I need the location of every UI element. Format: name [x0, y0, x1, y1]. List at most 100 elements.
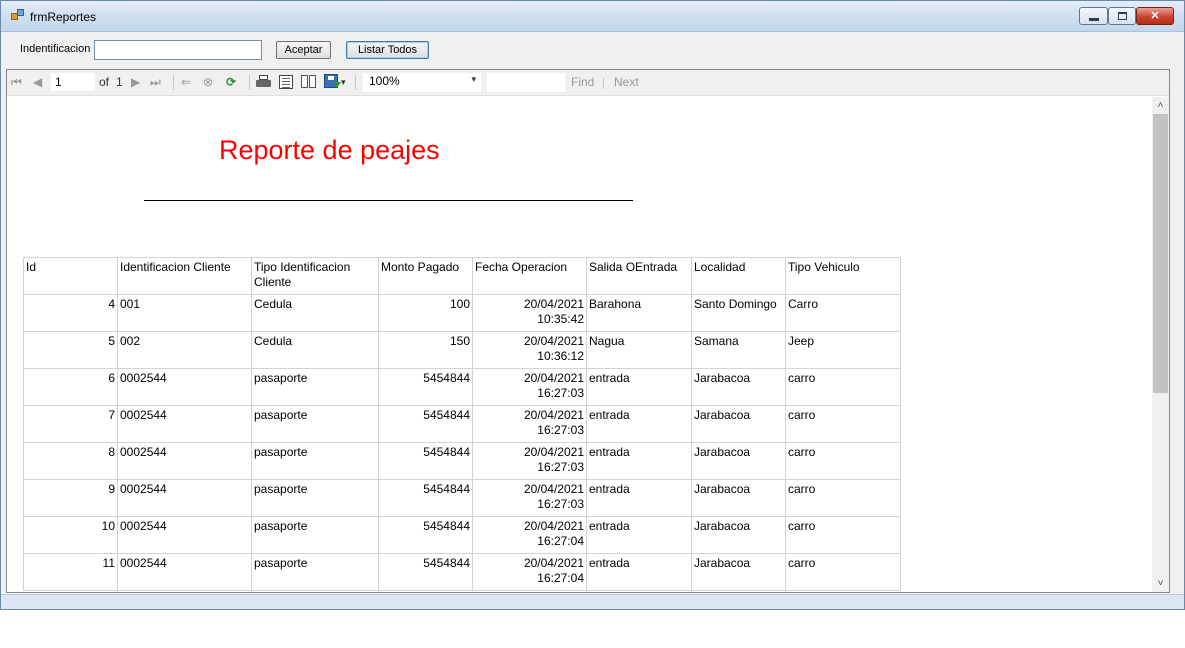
maximize-button[interactable]: [1108, 7, 1136, 25]
cell-localidad: Jarabacoa: [691, 479, 786, 517]
close-icon: ✕: [1150, 10, 1160, 22]
cell-tipo: pasaporte: [251, 553, 379, 591]
cell-fecha: 20/04/2021 16:27:03: [472, 479, 587, 517]
cell-identificacion: 0002544: [117, 442, 252, 480]
print-layout-icon[interactable]: [279, 75, 293, 89]
refresh-icon[interactable]: ⟳: [226, 74, 236, 90]
table-header-row: Id Identificacion Cliente Tipo Identific…: [23, 257, 901, 295]
back-icon[interactable]: ⇐: [181, 74, 191, 90]
column-header: Localidad: [691, 257, 786, 295]
cell-monto: 150: [378, 331, 473, 369]
cell-identificacion: 002: [117, 331, 252, 369]
maximize-icon: [1118, 12, 1127, 20]
table-row: 8 0002544 pasaporte 5454844 20/04/2021 1…: [23, 442, 901, 480]
scroll-down-icon[interactable]: ˅: [1152, 575, 1169, 592]
cell-tipo: pasaporte: [251, 442, 379, 480]
column-header: Tipo Vehiculo: [785, 257, 901, 295]
title-bar[interactable]: frmReportes ✕: [1, 1, 1184, 32]
report-table: Id Identificacion Cliente Tipo Identific…: [23, 257, 901, 591]
list-all-button[interactable]: Listar Todos: [346, 41, 429, 59]
next-link[interactable]: Next: [614, 74, 639, 90]
cell-vehiculo: carro: [785, 516, 901, 554]
cell-salida: entrada: [586, 516, 692, 554]
cell-monto: 5454844: [378, 405, 473, 443]
cell-monto: 5454844: [378, 479, 473, 517]
cell-fecha: 20/04/2021 16:27:04: [472, 516, 587, 554]
toolbar-separator: [355, 75, 356, 90]
cell-vehiculo: Jeep: [785, 331, 901, 369]
table-row: 10 0002544 pasaporte 5454844 20/04/2021 …: [23, 516, 901, 554]
scroll-up-icon[interactable]: ˄: [1152, 97, 1169, 114]
cell-salida: entrada: [586, 479, 692, 517]
cell-monto: 5454844: [378, 553, 473, 591]
table-row: 5 002 Cedula 150 20/04/2021 10:36:12 Nag…: [23, 331, 901, 369]
accept-button[interactable]: Aceptar: [276, 41, 331, 59]
minimize-button[interactable]: [1079, 7, 1108, 25]
cell-localidad: Santo Domingo: [691, 294, 786, 332]
cell-salida: Barahona: [586, 294, 692, 332]
total-pages: 1: [116, 75, 123, 89]
column-header: Monto Pagado: [378, 257, 473, 295]
cell-tipo: Cedula: [251, 331, 379, 369]
vertical-scrollbar[interactable]: ˄ ˅: [1152, 97, 1169, 592]
report-viewer: ⏮ ◀ of 1 ▶ ⏭ ⇐ ⊗ ⟳ ▾ 100% ▾ Find |: [6, 69, 1170, 593]
cell-monto: 5454844: [378, 516, 473, 554]
cell-localidad: Jarabacoa: [691, 368, 786, 406]
column-header: Salida OEntrada: [586, 257, 692, 295]
cell-identificacion: 0002544: [117, 479, 252, 517]
window-bottom-border: [1, 594, 1184, 609]
cell-localidad: Samana: [691, 331, 786, 369]
table-row: 11 0002544 pasaporte 5454844 20/04/2021 …: [23, 553, 901, 591]
page-number-input[interactable]: [51, 73, 95, 91]
cell-identificacion: 0002544: [117, 405, 252, 443]
find-link[interactable]: Find: [571, 74, 594, 90]
cell-id: 6: [23, 368, 118, 406]
toolbar-separator: [249, 75, 250, 90]
cell-vehiculo: carro: [785, 553, 901, 591]
identification-input[interactable]: [94, 40, 262, 60]
toolbar-separator: [173, 75, 174, 90]
cell-identificacion: 0002544: [117, 368, 252, 406]
cell-salida: entrada: [586, 553, 692, 591]
cell-localidad: Jarabacoa: [691, 553, 786, 591]
column-header: Tipo Identificacion Cliente: [251, 257, 379, 295]
cell-fecha: 20/04/2021 16:27:03: [472, 405, 587, 443]
zoom-select[interactable]: 100% ▾: [363, 73, 481, 92]
column-header: Identificacion Cliente: [117, 257, 252, 295]
first-page-icon[interactable]: ⏮: [11, 74, 22, 90]
find-input[interactable]: [487, 73, 565, 92]
cell-salida: Nagua: [586, 331, 692, 369]
cell-monto: 5454844: [378, 442, 473, 480]
column-header: Id: [23, 257, 118, 295]
stop-icon[interactable]: ⊗: [203, 74, 213, 90]
page-setup-icon[interactable]: [301, 75, 317, 88]
close-button[interactable]: ✕: [1136, 7, 1174, 25]
cell-id: 10: [23, 516, 118, 554]
cell-fecha: 20/04/2021 10:36:12: [472, 331, 587, 369]
table-row: 6 0002544 pasaporte 5454844 20/04/2021 1…: [23, 368, 901, 406]
cell-localidad: Jarabacoa: [691, 442, 786, 480]
export-dropdown-icon[interactable]: ▾: [341, 74, 346, 90]
report-page: Reporte de peajes Id Identificacion Clie…: [8, 97, 1153, 592]
cell-identificacion: 001: [117, 294, 252, 332]
search-form: Indentificacion Aceptar Listar Todos: [1, 33, 1184, 67]
next-page-icon[interactable]: ▶: [131, 74, 140, 90]
export-icon[interactable]: [324, 74, 341, 88]
last-page-icon[interactable]: ⏭: [150, 74, 161, 90]
scrollbar-thumb[interactable]: [1153, 114, 1168, 393]
cell-fecha: 20/04/2021 10:35:42: [472, 294, 587, 332]
cell-id: 7: [23, 405, 118, 443]
cell-salida: entrada: [586, 368, 692, 406]
cell-identificacion: 0002544: [117, 553, 252, 591]
previous-page-icon[interactable]: ◀: [33, 74, 42, 90]
app-icon: [11, 9, 25, 23]
cell-tipo: Cedula: [251, 294, 379, 332]
report-toolbar: ⏮ ◀ of 1 ▶ ⏭ ⇐ ⊗ ⟳ ▾ 100% ▾ Find |: [7, 70, 1169, 96]
cell-monto: 100: [378, 294, 473, 332]
print-icon[interactable]: [256, 75, 271, 89]
title-underline: [144, 200, 633, 201]
cell-identificacion: 0002544: [117, 516, 252, 554]
cell-tipo: pasaporte: [251, 368, 379, 406]
cell-vehiculo: carro: [785, 479, 901, 517]
cell-monto: 5454844: [378, 368, 473, 406]
